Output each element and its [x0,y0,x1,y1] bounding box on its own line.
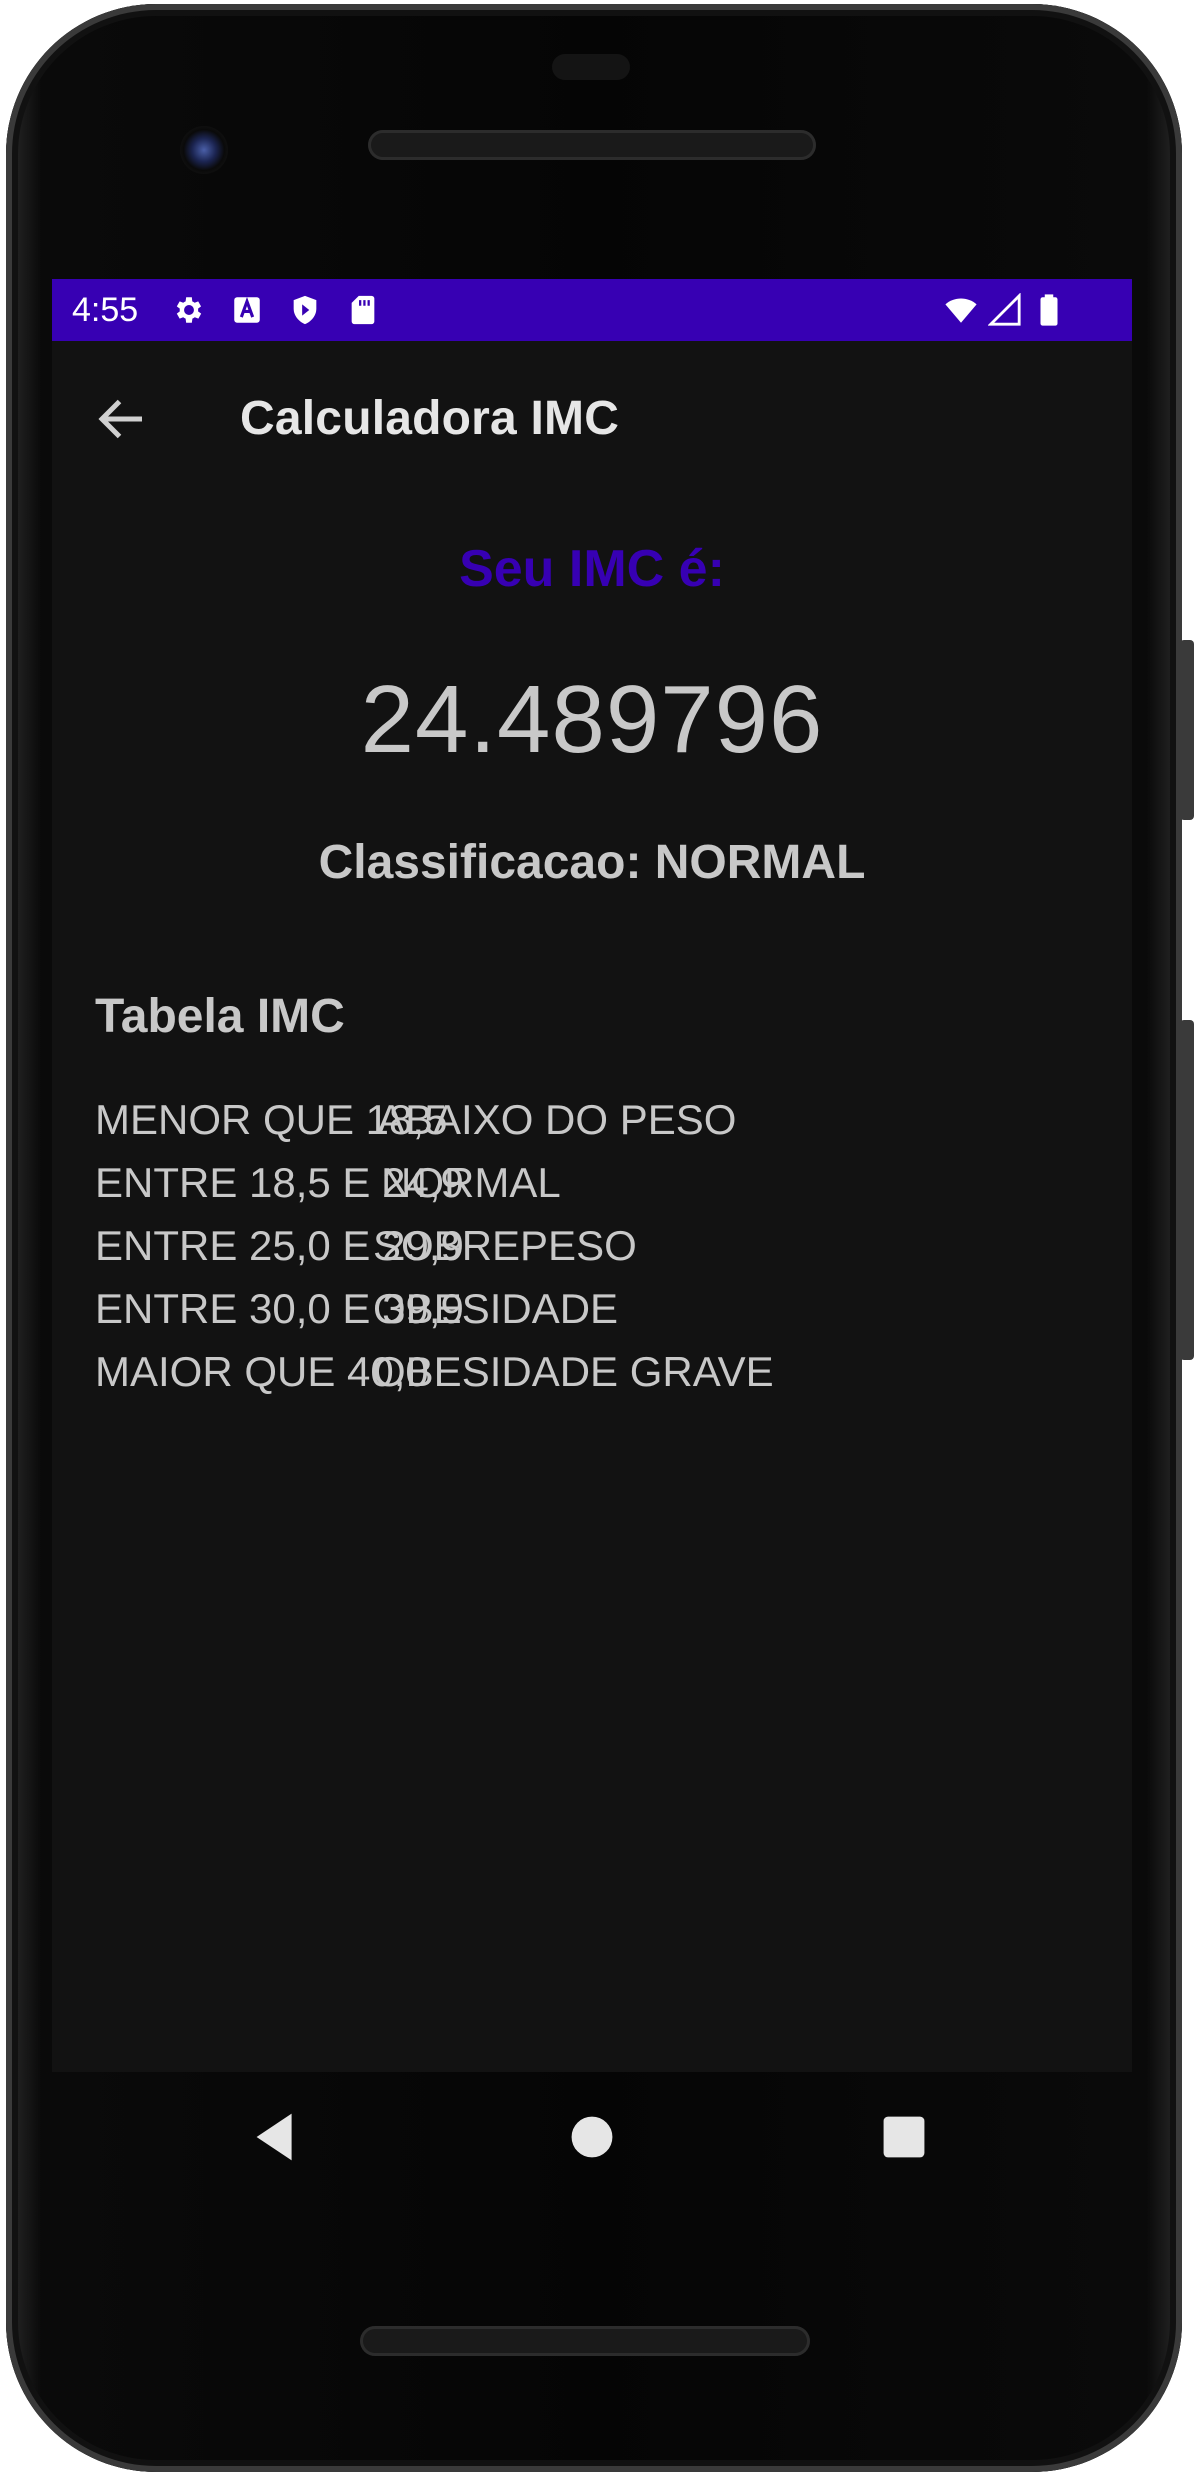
status-bar: 4:55 [52,279,1132,341]
imc-value: 24.489796 [360,666,824,773]
table-classification: OBESIDADE [373,1285,619,1332]
a-icon [234,296,260,323]
phone-frame: 4:55 Calculadora IMC Seu IMC é: 24.48979… [0,0,1194,2480]
imc-label: Seu IMC é: [459,540,725,598]
wifi-icon [945,298,977,323]
classification-text: Classificacao: NORMAL [318,836,866,889]
table-classification: ABAIXO DO PESO [377,1096,737,1143]
back-triangle-icon[interactable] [242,2102,312,2172]
screen: 4:55 Calculadora IMC Seu IMC é: 24.48979… [52,279,1132,2072]
shield-icon [293,295,317,325]
table-title: Tabela IMC [95,990,345,1043]
app-bar: Calculadora IMC [52,341,1132,493]
bottom-speaker [360,2326,810,2356]
earpiece-speaker [368,130,816,160]
table-classification: NORMAL [381,1159,561,1206]
table-classification: SOBREPESO [373,1222,637,1269]
arrow-back-icon[interactable] [92,389,152,449]
power-button [1180,640,1194,820]
volume-button [1180,1020,1194,1360]
sd-card-icon [351,295,375,325]
recents-square-icon[interactable] [869,2102,939,2172]
app-title: Calculadora IMC [240,392,620,445]
status-time: 4:55 [72,291,139,329]
front-camera [180,126,228,174]
signal-icon [988,293,1021,326]
battery-icon [1040,294,1058,326]
navigation-bar [52,2072,1132,2202]
settings-icon [176,297,202,323]
proximity-sensor [552,54,630,80]
table-classification: OBESIDADE GRAVE [373,1348,774,1395]
home-circle-icon[interactable] [557,2102,627,2172]
